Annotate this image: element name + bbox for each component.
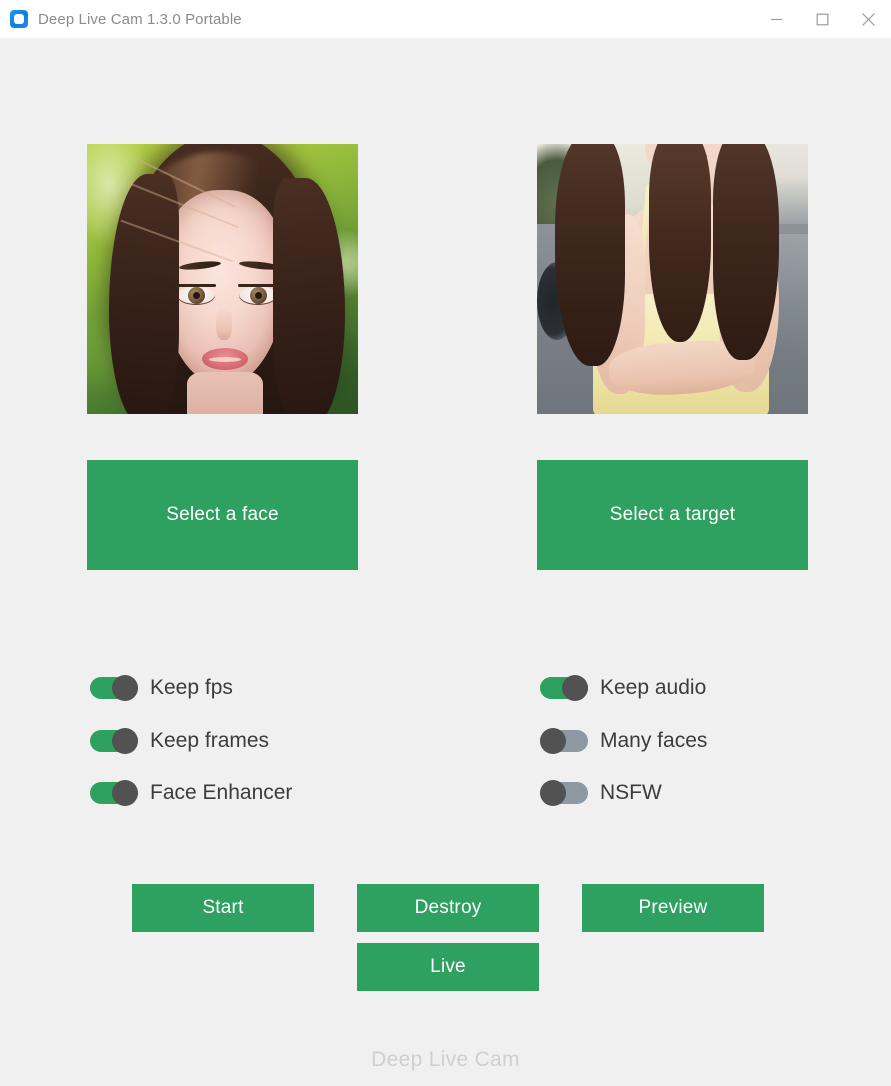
switch-row-keep-fps[interactable]: Keep fps [90,675,233,701]
label-nsfw: NSFW [600,781,662,804]
target-media-preview[interactable] [537,144,808,414]
close-button[interactable] [845,0,891,38]
minimize-button[interactable] [753,0,799,38]
select-face-button[interactable]: Select a face [87,460,358,570]
toggle-knob [562,675,588,701]
toggle-knob [112,780,138,806]
destroy-label: Destroy [414,897,482,918]
switch-row-keep-frames[interactable]: Keep frames [90,728,270,754]
label-keep-audio: Keep audio [600,676,707,699]
live-button[interactable]: Live [357,943,539,991]
toggle-knob [112,728,138,754]
switch-row-keep-audio[interactable]: Keep audio [540,675,707,701]
start-label: Start [202,897,244,918]
live-label: Live [430,956,466,977]
label-keep-fps: Keep fps [150,676,233,699]
toggle-nsfw[interactable] [540,780,588,806]
minimize-icon [770,13,783,26]
app-window: Deep Live Cam 1.3.0 Portable Select a fa… [0,0,891,1086]
select-face-label: Select a face [166,504,279,525]
label-face-enhancer: Face Enhancer [150,781,293,804]
select-target-label: Select a target [609,504,736,525]
select-target-button[interactable]: Select a target [537,460,808,570]
preview-label: Preview [638,897,708,918]
switch-row-nsfw[interactable]: NSFW [540,780,662,806]
toggle-keep-frames[interactable] [90,728,138,754]
toggle-knob [112,675,138,701]
status-footer: Deep Live Cam [371,1048,520,1071]
toggle-many-faces[interactable] [540,728,588,754]
title-bar: Deep Live Cam 1.3.0 Portable [0,0,891,38]
maximize-icon [816,13,829,26]
toggle-knob [540,728,566,754]
close-icon [861,12,876,27]
label-keep-frames: Keep frames [150,729,270,752]
maximize-button[interactable] [799,0,845,38]
switch-row-many-faces[interactable]: Many faces [540,728,708,754]
source-face-image [87,144,358,414]
start-button[interactable]: Start [132,884,314,932]
window-controls [753,0,891,38]
toggle-keep-fps[interactable] [90,675,138,701]
app-logo-icon [10,10,28,28]
toggle-face-enhancer[interactable] [90,780,138,806]
destroy-button[interactable]: Destroy [357,884,539,932]
toggle-knob [540,780,566,806]
preview-button[interactable]: Preview [582,884,764,932]
toggle-keep-audio[interactable] [540,675,588,701]
source-face-preview[interactable] [87,144,358,414]
target-media-image [537,144,808,414]
window-title: Deep Live Cam 1.3.0 Portable [38,10,242,28]
switch-row-face-enhancer[interactable]: Face Enhancer [90,780,293,806]
label-many-faces: Many faces [600,729,708,752]
